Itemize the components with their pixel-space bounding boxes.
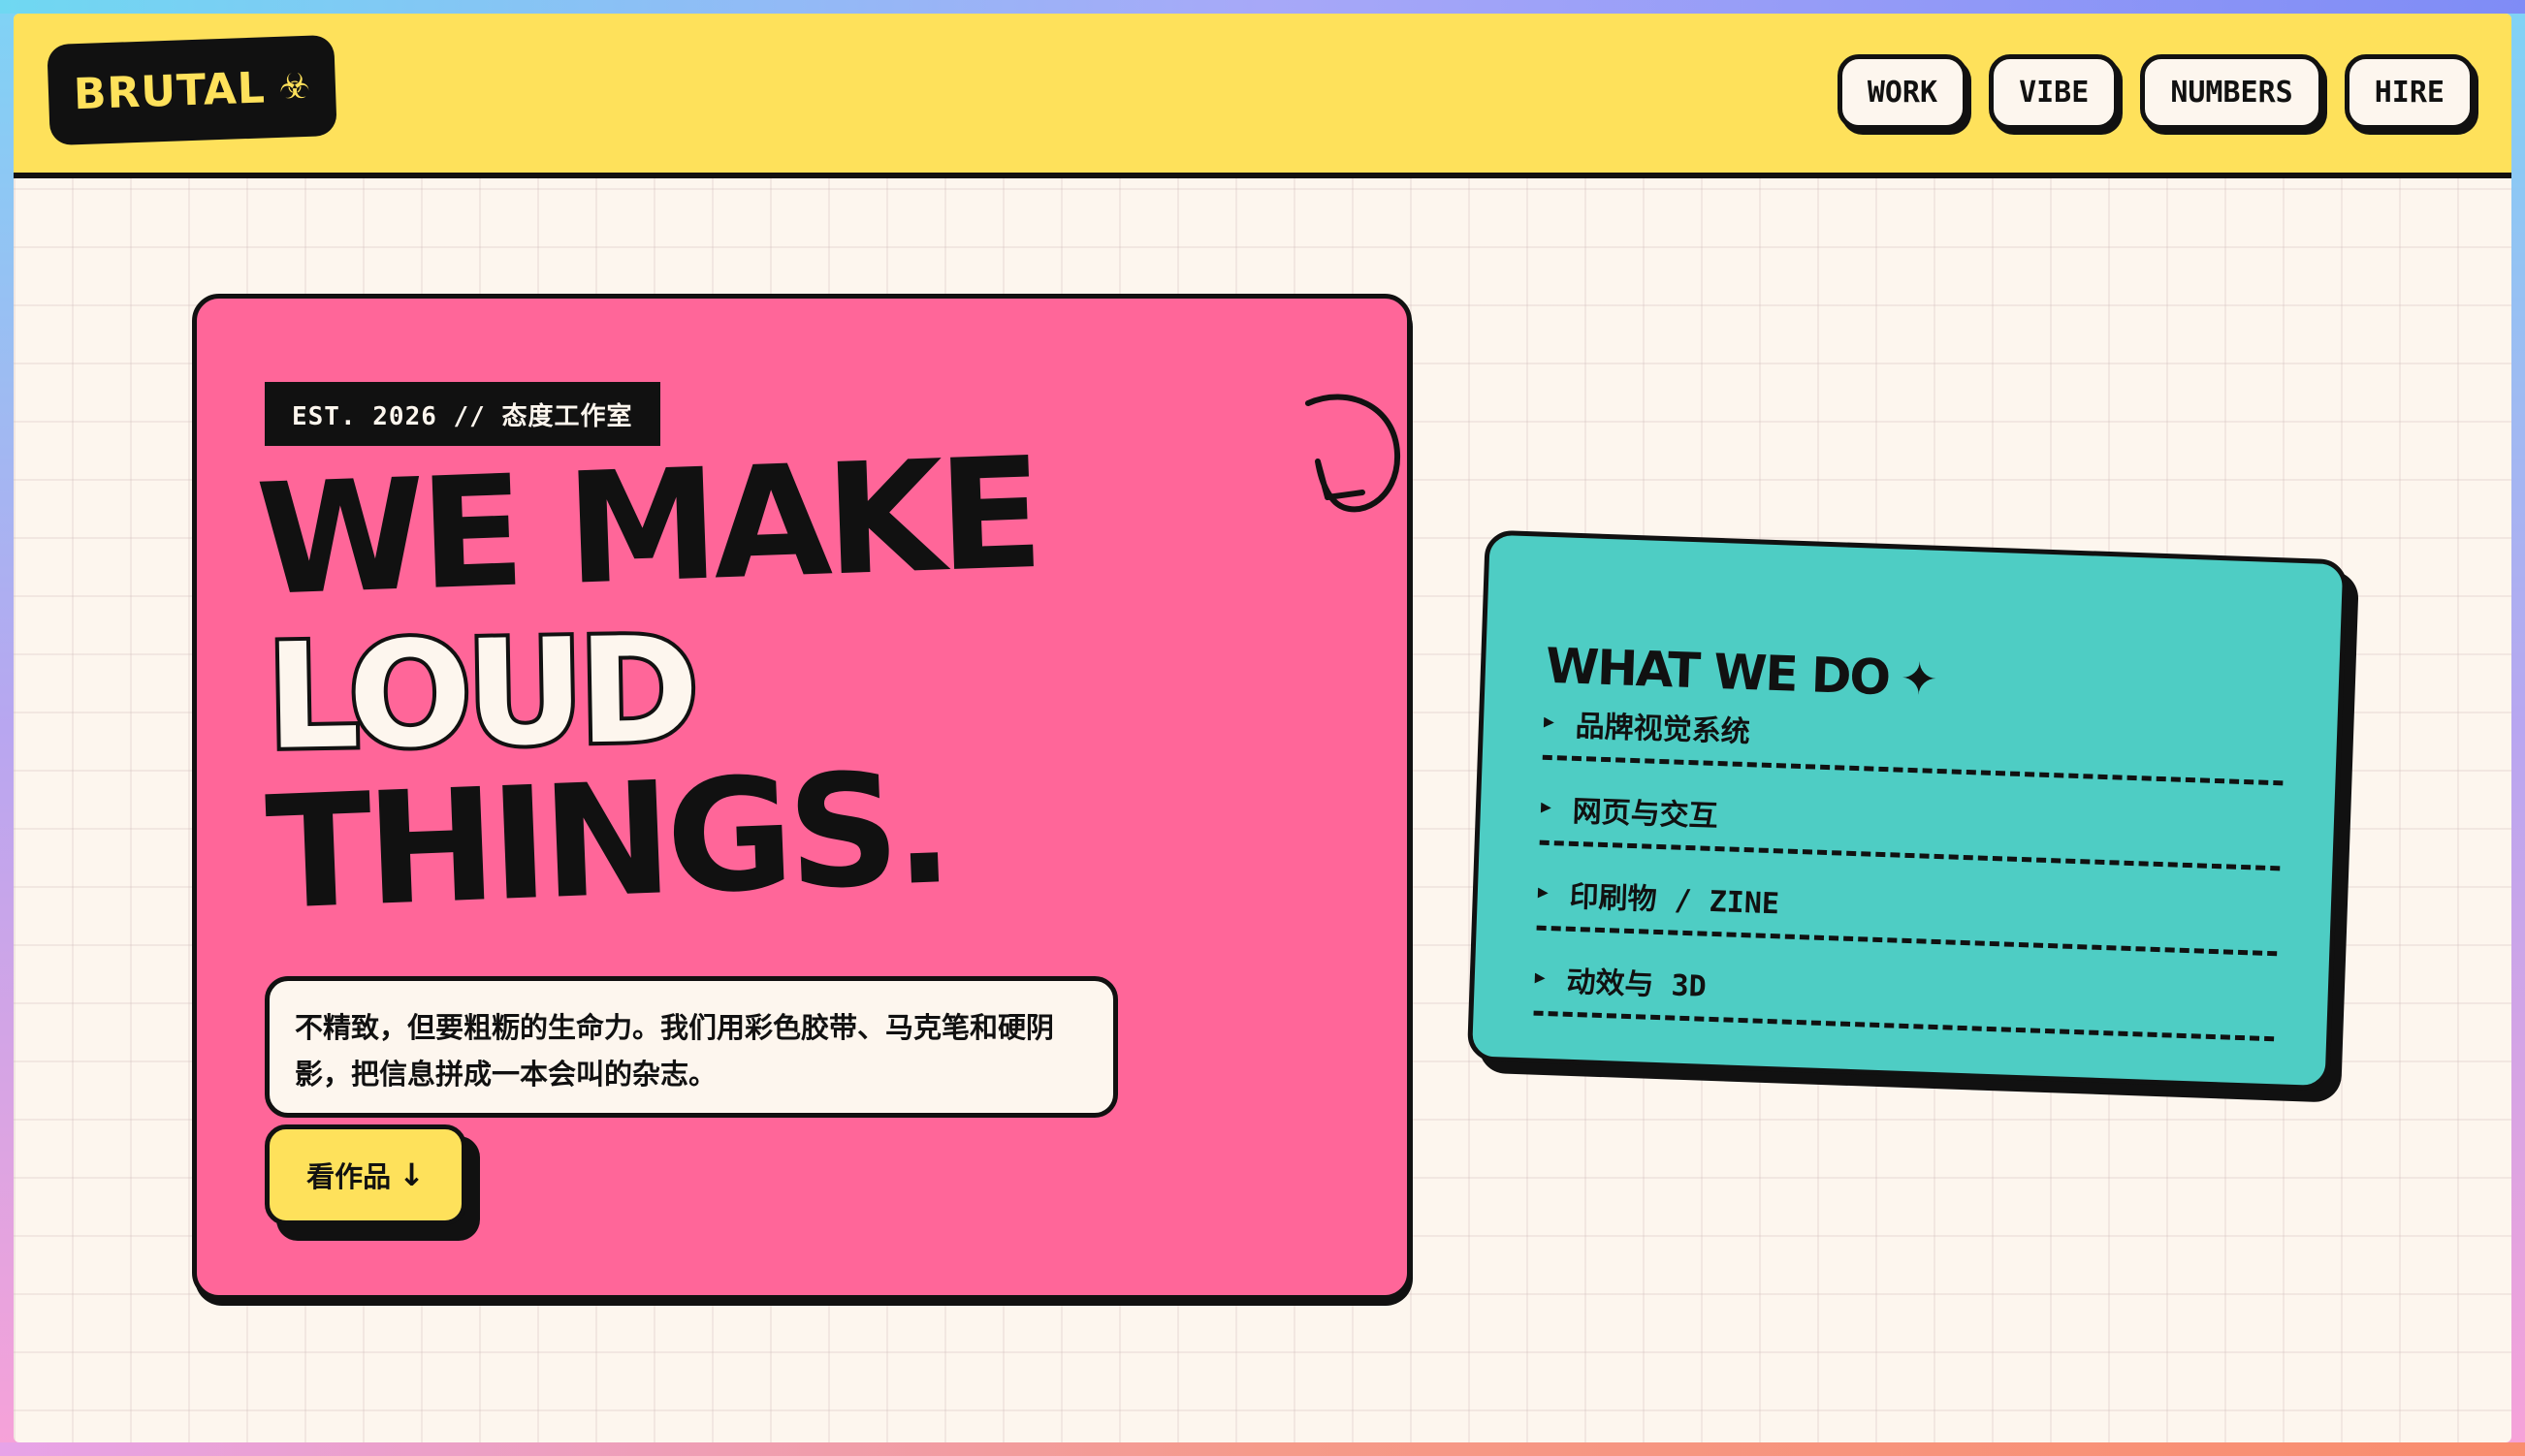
top-navigation-bar: BRUTAL ☣ WORK VIBE NUMBERS HIRE	[14, 14, 2511, 178]
brand-logo[interactable]: BRUTAL ☣	[47, 34, 337, 146]
service-item-label: 动效与 3D	[1565, 965, 1708, 1004]
service-item-label: 印刷物 / ZINE	[1569, 879, 1780, 921]
triangle-bullet-icon: ▶	[1543, 711, 1555, 733]
window-frame-bottom	[0, 1442, 2525, 1456]
arrow-down-icon: ↓	[399, 1156, 425, 1193]
headline-line-3: THINGS.	[263, 737, 950, 945]
hero-description: 不精致，但要粗粝的生命力。我们用彩色胶带、马克笔和硬阴影，把信息拼成一本会叫的杂…	[265, 976, 1118, 1118]
page-viewport: BRUTAL ☣ WORK VIBE NUMBERS HIRE EST. 202…	[14, 14, 2511, 1442]
service-item-label: 品牌视觉系统	[1575, 709, 1751, 749]
established-tag: EST. 2026 // 态度工作室	[265, 382, 660, 446]
headline-line-1: WE MAKE	[253, 425, 1040, 631]
services-card-wrapper: WHAT WE DO ✦ ▶ 品牌视觉系统 ▶ 网页与交互 ▶ 印刷物 / ZI…	[1466, 529, 2359, 1103]
services-card: WHAT WE DO ✦ ▶ 品牌视觉系统 ▶ 网页与交互 ▶ 印刷物 / ZI…	[1466, 529, 2349, 1092]
view-work-label: 看作品	[306, 1160, 392, 1193]
triangle-bullet-icon: ▶	[1534, 966, 1547, 988]
nav-numbers-button[interactable]: NUMBERS	[2140, 54, 2323, 130]
brand-logo-text: BRUTAL	[73, 62, 267, 119]
nav-work-button[interactable]: WORK	[1837, 54, 1968, 130]
main-nav: WORK VIBE NUMBERS HIRE	[1837, 54, 2475, 130]
triangle-bullet-icon: ▶	[1540, 796, 1552, 818]
marker-swirl-icon	[1305, 394, 1401, 513]
services-list: ▶ 品牌视觉系统 ▶ 网页与交互 ▶ 印刷物 / ZINE ▶ 动效与 3D	[1533, 680, 2286, 1042]
hero-card: EST. 2026 // 态度工作室 WE MAKE LOUD THINGS. …	[192, 294, 1412, 1300]
nav-hire-button[interactable]: HIRE	[2344, 54, 2475, 130]
biohazard-icon: ☣	[278, 66, 311, 108]
service-item-label: 网页与交互	[1572, 794, 1719, 834]
nav-vibe-button[interactable]: VIBE	[1989, 54, 2120, 130]
window-frame-top	[0, 0, 2525, 14]
triangle-bullet-icon: ▶	[1537, 881, 1550, 903]
view-work-button[interactable]: 看作品 ↓	[265, 1124, 466, 1225]
